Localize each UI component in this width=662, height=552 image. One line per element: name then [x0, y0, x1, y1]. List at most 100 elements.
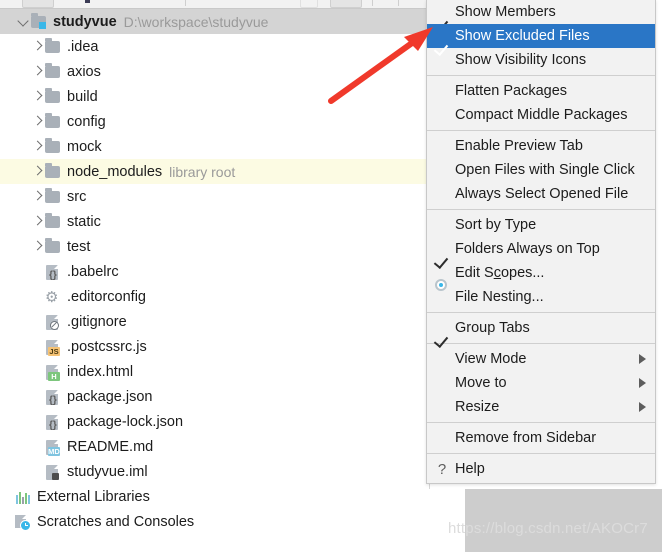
- menu-item[interactable]: Group Tabs: [427, 316, 655, 349]
- tree-item-label: Scratches and Consoles: [37, 513, 195, 530]
- chevron-down-icon[interactable]: [16, 9, 30, 34]
- chevron-right-icon[interactable]: [30, 109, 44, 134]
- menu-item[interactable]: ? Help: [427, 457, 655, 481]
- tree-row[interactable]: {} package.json: [0, 384, 430, 409]
- tree-row[interactable]: config: [0, 109, 430, 134]
- menu-item[interactable]: Show Visibility Icons: [427, 48, 655, 72]
- project-toolbar: [0, 0, 430, 9]
- folder-icon: [44, 113, 62, 131]
- tree-row[interactable]: .idea: [0, 34, 430, 59]
- menu-item[interactable]: Enable Preview Tab: [427, 134, 655, 158]
- submenu-arrow-icon: [639, 378, 646, 388]
- menu-item[interactable]: File Nesting...: [427, 285, 655, 309]
- tree-item-label: External Libraries: [37, 488, 150, 505]
- tree-item-label: mock: [67, 138, 102, 155]
- menu-item[interactable]: Compact Middle Packages: [427, 103, 655, 127]
- menu-item[interactable]: Edit Scopes...: [427, 261, 655, 291]
- project-tree[interactable]: studyvue D:\workspace\studyvue .idea axio…: [0, 9, 430, 552]
- menu-item[interactable]: Show Excluded Files: [427, 24, 655, 57]
- menu-item-label: Folders Always on Top: [455, 241, 600, 257]
- toolbar-button-3[interactable]: [330, 0, 362, 8]
- tree-item-label: README.md: [67, 438, 154, 455]
- tree-row[interactable]: .gitignore: [0, 309, 430, 334]
- menu-item[interactable]: Flatten Packages: [427, 79, 655, 103]
- chevron-right-icon[interactable]: [30, 134, 44, 159]
- menu-item-label: Show Members: [455, 4, 556, 20]
- menu-separator: [427, 75, 655, 76]
- chevron-right-icon[interactable]: [30, 84, 44, 109]
- tree-row[interactable]: studyvue.iml: [0, 459, 430, 484]
- tree-row[interactable]: test: [0, 234, 430, 259]
- chevron-right-icon[interactable]: [30, 159, 44, 184]
- menu-separator: [427, 422, 655, 423]
- tree-item-label: axios: [67, 63, 101, 80]
- folder-icon: [44, 163, 62, 181]
- menu-item-label: Edit Scopes...: [455, 265, 545, 281]
- folder-icon: [44, 238, 62, 256]
- tree-row[interactable]: Hindex.html: [0, 359, 430, 384]
- menu-item[interactable]: Folders Always on Top: [427, 237, 655, 270]
- menu-item[interactable]: Remove from Sidebar: [427, 426, 655, 450]
- chevron-right-icon[interactable]: [30, 184, 44, 209]
- tree-row[interactable]: MD README.md: [0, 434, 430, 459]
- chevron-right-icon[interactable]: [30, 209, 44, 234]
- chevron-right-icon[interactable]: [30, 59, 44, 84]
- markdown-file-icon: MD: [44, 438, 62, 456]
- tree-row[interactable]: src: [0, 184, 430, 209]
- root-project-path: D:\workspace\studyvue: [123, 13, 269, 30]
- chevron-right-icon[interactable]: [30, 34, 44, 59]
- tree-row[interactable]: ⚙ .editorconfig: [0, 284, 430, 309]
- gear-icon: ⚙: [45, 288, 59, 306]
- tree-item-label: package-lock.json: [67, 413, 184, 430]
- view-options-context-menu[interactable]: Show Members Show Excluded Files Show Visi…: [426, 0, 656, 484]
- tree-row[interactable]: {} package-lock.json: [0, 409, 430, 434]
- question-mark-icon: ?: [437, 460, 447, 478]
- menu-item[interactable]: Move to: [427, 371, 655, 395]
- menu-item[interactable]: Always Select Opened File: [427, 182, 655, 206]
- menu-item-label: Remove from Sidebar: [455, 430, 597, 446]
- tree-item-label: src: [67, 188, 87, 205]
- folder-icon: [44, 38, 62, 56]
- tree-row[interactable]: {} .babelrc: [0, 259, 430, 284]
- menu-item[interactable]: View Mode: [427, 347, 655, 371]
- menu-item[interactable]: Resize: [427, 395, 655, 419]
- toolbar-icon-marker[interactable]: [85, 0, 90, 3]
- tree-row[interactable]: External Libraries: [0, 484, 430, 509]
- menu-item-list: Show Members Show Excluded Files Show Visi…: [427, 0, 655, 481]
- menu-item[interactable]: Show Members: [427, 0, 655, 33]
- submenu-arrow-icon: [639, 402, 646, 412]
- tree-row[interactable]: static: [0, 209, 430, 234]
- html-file-icon: H: [44, 363, 62, 381]
- tree-item-label: studyvue.iml: [67, 463, 148, 480]
- tree-item-sublabel: library root: [169, 163, 236, 180]
- menu-item[interactable]: Open Files with Single Click: [427, 158, 655, 182]
- tree-row[interactable]: mock: [0, 134, 430, 159]
- tree-row[interactable]: node_modules library root: [0, 159, 430, 184]
- menu-item-label: Always Select Opened File: [455, 186, 629, 202]
- menu-item-label: Compact Middle Packages: [455, 107, 628, 123]
- folder-icon: [44, 63, 62, 81]
- javascript-file-icon: JS: [44, 338, 62, 356]
- tree-row[interactable]: Scratches and Consoles: [0, 509, 430, 534]
- menu-item[interactable]: Sort by Type: [427, 213, 655, 237]
- tree-row[interactable]: axios: [0, 59, 430, 84]
- submenu-arrow-icon: [639, 354, 646, 364]
- tree-row-root[interactable]: studyvue D:\workspace\studyvue: [0, 9, 430, 34]
- module-folder-icon: [30, 13, 48, 31]
- toolbar-button-2[interactable]: [300, 0, 318, 8]
- tree-item-label: config: [67, 113, 106, 130]
- tree-item-label: .gitignore: [67, 313, 127, 330]
- menu-separator: [427, 209, 655, 210]
- toolbar-divider-1: [185, 0, 186, 6]
- tree-row[interactable]: build: [0, 84, 430, 109]
- tree-row[interactable]: JS .postcssrc.js: [0, 334, 430, 359]
- toolbar-divider-3: [398, 0, 399, 6]
- menu-item-label: Group Tabs: [455, 320, 530, 336]
- toolbar-button-1[interactable]: [22, 0, 54, 8]
- chevron-right-icon[interactable]: [30, 234, 44, 259]
